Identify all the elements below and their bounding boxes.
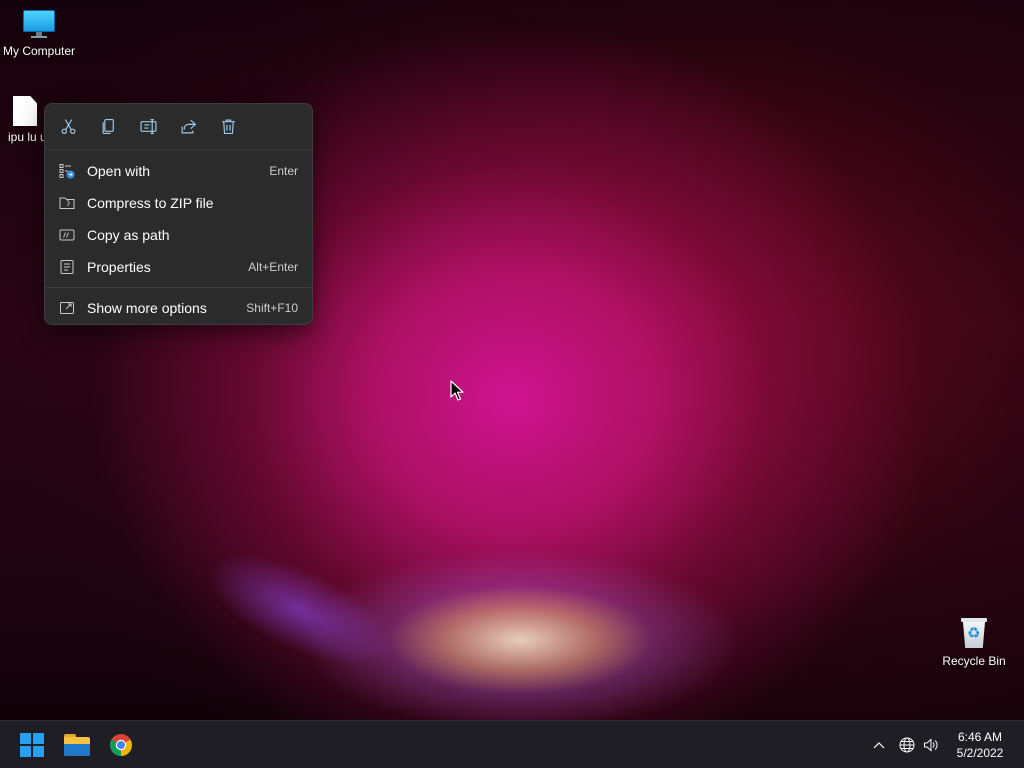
properties-icon	[59, 259, 75, 275]
menu-item-compress-zip[interactable]: Compress to ZIP file	[50, 188, 309, 218]
menu-item-label: Copy as path	[87, 227, 170, 243]
windows-start-icon	[20, 733, 44, 757]
tray-volume-button[interactable]	[923, 737, 939, 753]
taskbar-clock[interactable]: 6:46 AM 5/2/2022	[940, 729, 1020, 761]
desktop-icon-my-computer[interactable]: My Computer	[1, 8, 77, 58]
scissors-icon	[61, 119, 75, 134]
network-globe-icon	[899, 737, 915, 753]
share-button[interactable]	[178, 117, 198, 137]
desktop-icon-label: My Computer	[2, 44, 76, 58]
menu-item-shortcut: Alt+Enter	[248, 260, 298, 274]
menu-item-shortcut: Shift+F10	[246, 301, 298, 315]
context-menu: Open with Enter Compress to ZIP file Cop…	[44, 103, 313, 325]
menu-item-label: Open with	[87, 163, 151, 179]
tray-overflow-button[interactable]	[871, 737, 887, 753]
start-button[interactable]	[16, 729, 48, 761]
clock-date: 5/2/2022	[956, 746, 1004, 760]
folder-icon	[64, 734, 90, 756]
trash-icon	[221, 119, 235, 134]
zip-folder-icon	[59, 195, 75, 211]
context-menu-quick-actions	[45, 104, 312, 150]
desktop-icon-recycle-bin[interactable]: ♻ Recycle Bin	[936, 616, 1012, 668]
more-options-icon	[59, 300, 75, 316]
desktop-icon-label: Recycle Bin	[942, 654, 1006, 668]
menu-item-label: Show more options	[87, 300, 207, 316]
recycle-bin-icon: ♻	[959, 616, 989, 650]
taskbar-chrome[interactable]	[105, 729, 137, 761]
menu-item-properties[interactable]: Properties Alt+Enter	[50, 252, 309, 282]
menu-item-label: Properties	[87, 259, 151, 275]
tray-network-button[interactable]	[899, 737, 915, 753]
menu-item-label: Compress to ZIP file	[87, 195, 214, 211]
rename-button[interactable]	[138, 117, 158, 137]
menu-item-show-more-options[interactable]: Show more options Shift+F10	[50, 293, 309, 323]
clock-time: 6:46 AM	[957, 730, 1003, 744]
taskbar	[0, 720, 1024, 768]
open-with-icon	[59, 163, 75, 179]
share-icon	[181, 119, 196, 134]
delete-button[interactable]	[218, 117, 238, 137]
text-file-icon	[13, 96, 37, 126]
chrome-icon	[109, 734, 132, 757]
menu-item-shortcut: Enter	[269, 164, 298, 178]
rename-icon	[139, 119, 157, 134]
cut-button[interactable]	[58, 117, 78, 137]
menu-item-copy-as-path[interactable]: Copy as path	[50, 220, 309, 250]
volume-icon	[924, 738, 938, 752]
computer-icon	[23, 8, 55, 40]
copy-path-icon	[59, 227, 75, 243]
taskbar-file-explorer[interactable]	[61, 729, 93, 761]
menu-item-open-with[interactable]: Open with Enter	[50, 156, 309, 186]
copy-icon	[102, 119, 114, 134]
copy-button[interactable]	[98, 117, 118, 137]
mouse-cursor-icon	[450, 380, 464, 401]
menu-divider	[46, 287, 311, 288]
chevron-up-icon	[873, 742, 885, 749]
